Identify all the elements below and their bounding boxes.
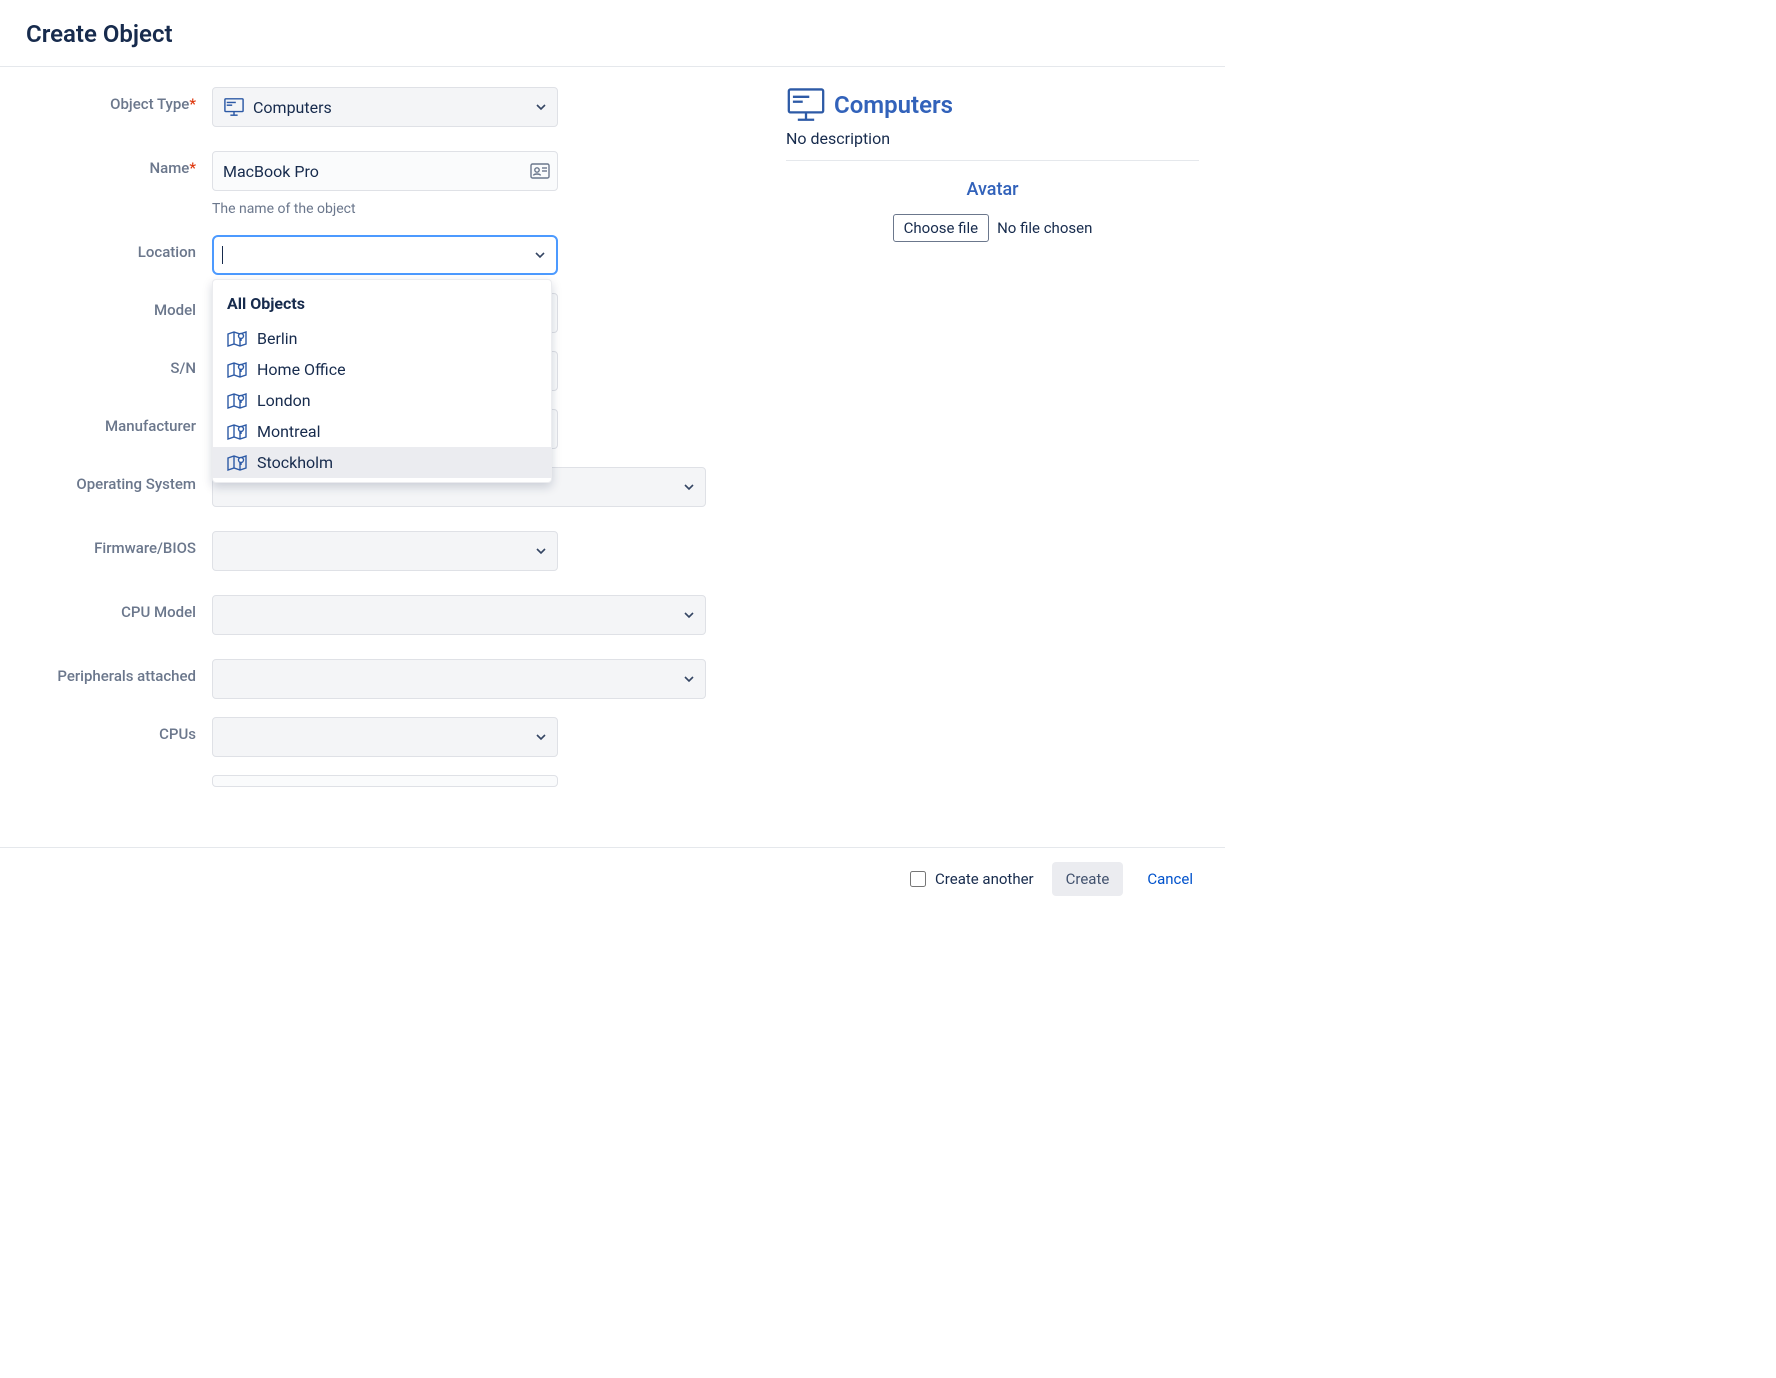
create-another-wrap[interactable]: Create another xyxy=(906,868,1034,890)
create-another-checkbox[interactable] xyxy=(910,871,926,887)
cpu-model-select[interactable] xyxy=(212,595,706,635)
object-type-select[interactable]: Computers xyxy=(212,87,558,127)
location-option-label: London xyxy=(257,391,311,410)
object-type-description: No description xyxy=(786,129,1199,148)
choose-file-button[interactable]: Choose file xyxy=(893,214,989,242)
model-label: Model xyxy=(26,293,212,319)
cutoff-label xyxy=(26,775,212,783)
os-label: Operating System xyxy=(26,467,212,493)
dialog-title: Create Object xyxy=(26,20,1199,48)
contact-card-icon xyxy=(530,163,550,179)
location-option-label: Berlin xyxy=(257,329,298,348)
map-pin-icon xyxy=(227,392,247,410)
chevron-down-icon xyxy=(535,101,547,113)
chevron-down-icon xyxy=(535,731,547,743)
map-pin-icon xyxy=(227,423,247,441)
computer-icon xyxy=(786,87,826,123)
computer-icon xyxy=(223,97,245,117)
location-option-label: Stockholm xyxy=(257,453,333,472)
dialog-footer: Create another Create Cancel xyxy=(0,847,1225,910)
location-option[interactable]: London xyxy=(213,385,551,416)
map-pin-icon xyxy=(227,330,247,348)
location-option[interactable]: Home Office xyxy=(213,354,551,385)
firmware-label: Firmware/BIOS xyxy=(26,531,212,557)
dialog-header: Create Object xyxy=(0,0,1225,67)
location-dropdown: All Objects Berlin Home Office London Montr… xyxy=(212,279,552,483)
chevron-down-icon xyxy=(683,673,695,685)
location-option-label: Home Office xyxy=(257,360,346,379)
peripherals-select[interactable] xyxy=(212,659,706,699)
form-column: Object Type* xyxy=(26,87,726,847)
chevron-down-icon xyxy=(683,481,695,493)
chevron-down-icon xyxy=(534,249,546,261)
object-type-title: Computers xyxy=(834,91,953,119)
text-caret xyxy=(222,246,223,264)
name-input[interactable] xyxy=(212,151,558,191)
file-status: No file chosen xyxy=(997,219,1092,237)
cancel-button[interactable]: Cancel xyxy=(1141,869,1199,889)
peripherals-label: Peripherals attached xyxy=(26,659,212,687)
location-label: Location xyxy=(26,235,212,261)
cpu-model-label: CPU Model xyxy=(26,595,212,621)
chevron-down-icon xyxy=(535,545,547,557)
create-object-dialog: Create Object Object Type* xyxy=(0,0,1225,910)
manufacturer-label: Manufacturer xyxy=(26,409,212,435)
object-type-label: Object Type* xyxy=(26,87,212,113)
name-label: Name* xyxy=(26,151,212,177)
firmware-select[interactable] xyxy=(212,531,558,571)
cpus-label: CPUs xyxy=(26,717,212,743)
create-another-label: Create another xyxy=(935,870,1034,888)
avatar-label: Avatar xyxy=(786,179,1199,200)
location-option[interactable]: Berlin xyxy=(213,323,551,354)
location-option-label: Montreal xyxy=(257,422,321,441)
create-button[interactable]: Create xyxy=(1052,862,1124,896)
location-select[interactable] xyxy=(212,235,558,275)
location-option[interactable]: Stockholm xyxy=(213,447,551,478)
sn-label: S/N xyxy=(26,351,212,377)
cpus-select[interactable] xyxy=(212,717,558,757)
dropdown-header: All Objects xyxy=(213,286,551,323)
map-pin-icon xyxy=(227,454,247,472)
name-helptext: The name of the object xyxy=(212,201,558,217)
cutoff-field[interactable] xyxy=(212,775,558,787)
object-type-value: Computers xyxy=(253,98,332,117)
map-pin-icon xyxy=(227,361,247,379)
location-option[interactable]: Montreal xyxy=(213,416,551,447)
sidebar-panel: Computers No description Avatar Choose f… xyxy=(766,87,1199,847)
chevron-down-icon xyxy=(683,609,695,621)
